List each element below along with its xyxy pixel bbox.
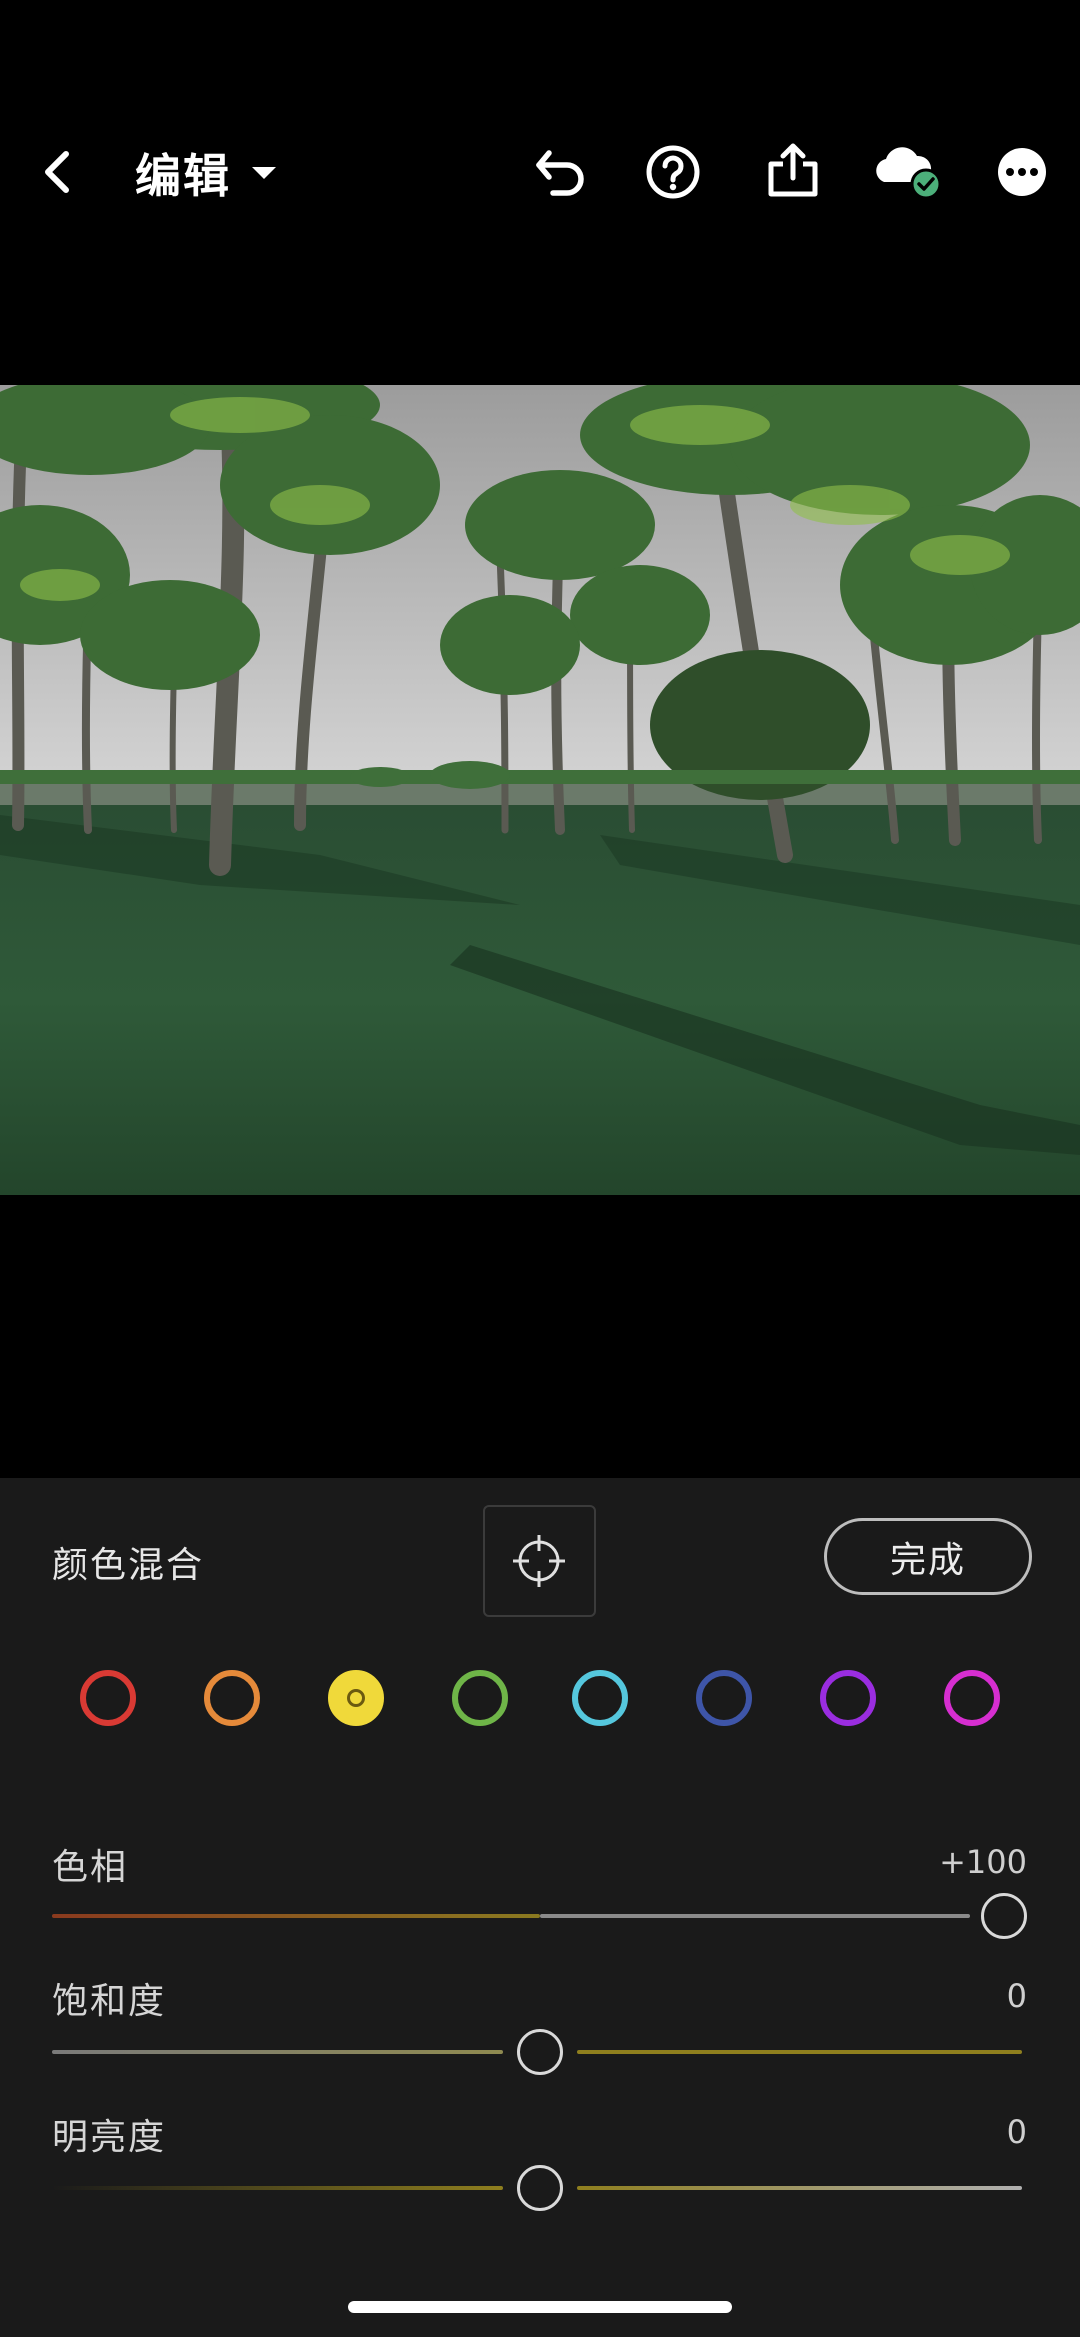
crosshair-icon [513, 1535, 565, 1587]
target-color-picker-button[interactable] [483, 1505, 596, 1617]
luminance-track-left [52, 2186, 503, 2190]
more-button[interactable] [986, 136, 1058, 208]
swatch-blue[interactable] [696, 1670, 752, 1726]
saturation-track-left [52, 2050, 503, 2054]
saturation-label: 饱和度 [52, 1981, 167, 2022]
hue-value: +100 [939, 1843, 1027, 1881]
swatch-green[interactable] [452, 1670, 508, 1726]
hue-slider-thumb[interactable] [981, 1893, 1027, 1939]
hue-track-right [540, 1914, 970, 1918]
chevron-down-icon [252, 167, 276, 179]
luminance-slider-thumb[interactable] [517, 2165, 563, 2211]
panel-title: 颜色混合 [52, 1545, 205, 1586]
swatch-yellow[interactable] [328, 1670, 384, 1726]
swatch-orange[interactable] [204, 1670, 260, 1726]
hue-track-left [52, 1914, 540, 1918]
swatch-aqua[interactable] [572, 1670, 628, 1726]
help-icon [646, 145, 700, 199]
more-icon [998, 148, 1046, 196]
swatch-magenta[interactable] [944, 1670, 1000, 1726]
photo-image [0, 385, 1080, 1195]
share-icon [768, 143, 818, 197]
swatch-red[interactable] [80, 1670, 136, 1726]
selected-indicator [347, 1689, 365, 1707]
photo-canvas[interactable] [0, 385, 1080, 1195]
saturation-value: 0 [1006, 1977, 1027, 2015]
done-button[interactable]: 完成 [824, 1518, 1032, 1595]
cloud-synced-icon [876, 147, 942, 200]
page-title: 编辑 [135, 149, 231, 203]
edit-mode-dropdown[interactable]: 编辑 [135, 142, 277, 204]
home-indicator[interactable] [348, 2301, 732, 2313]
luminance-value: 0 [1006, 2113, 1027, 2151]
swatch-purple[interactable] [820, 1670, 876, 1726]
hue-label: 色相 [52, 1847, 129, 1888]
help-button[interactable] [637, 136, 709, 208]
saturation-slider-thumb[interactable] [517, 2029, 563, 2075]
undo-button[interactable] [523, 136, 595, 208]
back-button[interactable] [22, 136, 94, 208]
cloud-sync-button[interactable] [870, 136, 942, 208]
saturation-track-right [577, 2050, 1022, 2054]
luminance-track-right [577, 2186, 1022, 2190]
back-arrow-icon [45, 151, 69, 193]
luminance-label: 明亮度 [52, 2117, 167, 2158]
undo-icon [536, 150, 584, 196]
share-button[interactable] [757, 134, 829, 206]
